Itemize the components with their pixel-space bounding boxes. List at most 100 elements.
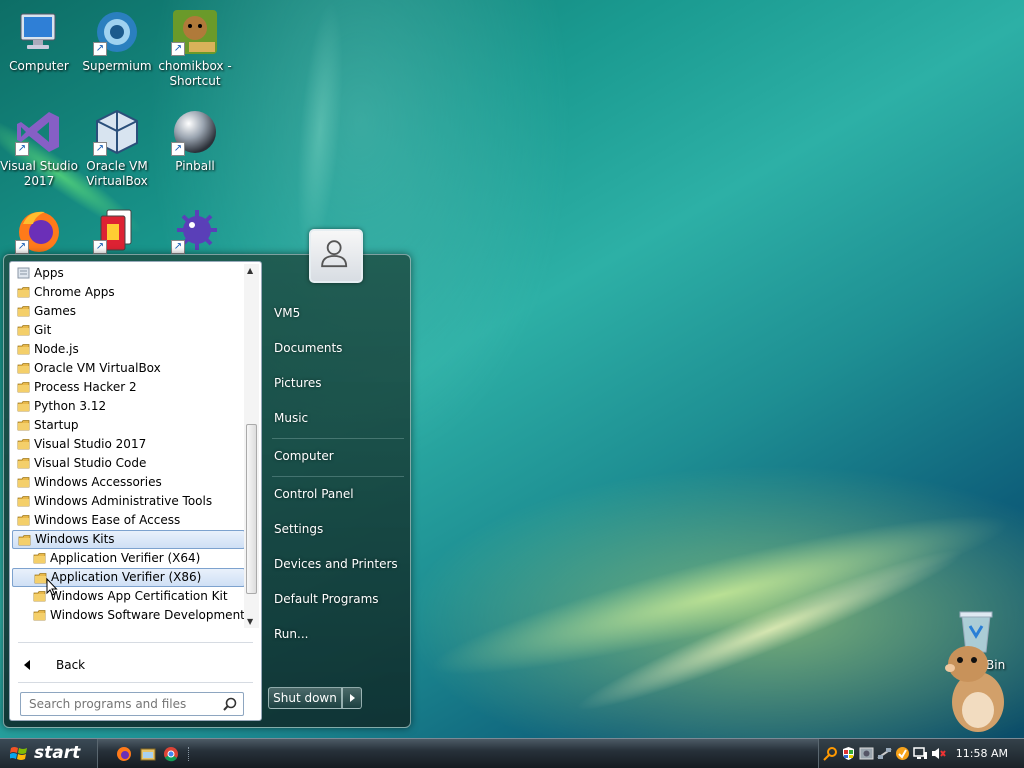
program-folder-item[interactable]: Chrome Apps (12, 283, 245, 302)
program-item-label: Node.js (34, 342, 79, 356)
chevron-right-icon (350, 694, 355, 702)
start-menu-right-pane: VM5 Documents Pictures Music Computer Co… (266, 255, 410, 729)
program-folder-item[interactable]: Startup (12, 416, 245, 435)
chrome-quicklaunch-icon[interactable] (163, 746, 179, 762)
scrollbar-thumb[interactable] (246, 424, 257, 594)
visual-studio-icon: ↗ (15, 108, 63, 156)
desktop-icon-virtualbox[interactable]: ↗ Oracle VM VirtualBox (78, 108, 156, 189)
program-folder-item[interactable]: Windows Kits (12, 530, 245, 549)
program-folder-item[interactable]: Python 3.12 (12, 397, 245, 416)
right-link-pictures[interactable]: Pictures (274, 376, 322, 390)
program-folder-item[interactable]: Apps (12, 264, 245, 283)
scroll-down-arrow-icon[interactable]: ▼ (247, 617, 253, 626)
program-folder-item[interactable]: Process Hacker 2 (12, 378, 245, 397)
right-link-devices-printers[interactable]: Devices and Printers (274, 557, 398, 571)
program-folder-item[interactable]: Windows Ease of Access (12, 511, 245, 530)
apps-icon (17, 267, 30, 279)
right-link-run[interactable]: Run... (274, 627, 308, 641)
user-picture[interactable] (309, 229, 363, 283)
program-folder-item[interactable]: Application Verifier (X64) (12, 549, 245, 568)
hamster-gadget-icon[interactable] (938, 640, 1010, 736)
program-folder-item[interactable]: Visual Studio 2017 (12, 435, 245, 454)
back-button[interactable]: Back (16, 654, 246, 676)
right-link-control-panel[interactable]: Control Panel (274, 487, 354, 501)
wallpaper-streak (288, 0, 352, 262)
folder-icon (33, 610, 46, 621)
clock[interactable]: 11:58 AM (956, 747, 1008, 760)
search-box[interactable] (20, 692, 244, 716)
desktop-icon-label: Visual Studio 2017 (0, 159, 78, 188)
volume-muted-icon[interactable] (931, 746, 946, 761)
right-link-user-folder[interactable]: VM5 (274, 306, 300, 320)
desktop-icon-firefox[interactable]: ↗ (0, 206, 78, 257)
desktop-icon-supermium[interactable]: ↗ Supermium (78, 8, 156, 74)
back-arrow-icon (24, 660, 30, 670)
divider (18, 682, 253, 683)
pinball-icon: ↗ (171, 108, 219, 156)
program-item-label: Visual Studio Code (34, 456, 147, 470)
folder-icon (17, 496, 30, 507)
folder-icon (17, 325, 30, 336)
desktop-icon-label: Oracle VM VirtualBox (86, 159, 148, 188)
program-folder-item[interactable]: Games (12, 302, 245, 321)
shortcut-arrow-icon: ↗ (171, 142, 185, 156)
scroll-up-arrow-icon[interactable]: ▲ (247, 266, 253, 275)
program-item-label: Startup (34, 418, 79, 432)
security-shield-icon[interactable] (841, 746, 856, 761)
program-folder-item[interactable]: Windows Accessories (12, 473, 245, 492)
program-folder-item[interactable]: Oracle VM VirtualBox (12, 359, 245, 378)
right-link-computer[interactable]: Computer (274, 449, 334, 463)
search-input[interactable] (21, 693, 216, 715)
update-tray-icon[interactable] (895, 746, 910, 761)
program-item-label: Windows Software Development Kit (50, 608, 245, 622)
program-folder-item[interactable]: Visual Studio Code (12, 454, 245, 473)
start-button[interactable]: start (0, 739, 98, 768)
program-item-label: Games (34, 304, 76, 318)
program-item-label: Visual Studio 2017 (34, 437, 147, 451)
explorer-quicklaunch-icon[interactable] (140, 746, 156, 762)
right-link-settings[interactable]: Settings (274, 522, 323, 536)
right-link-default-programs[interactable]: Default Programs (274, 592, 379, 606)
shortcut-arrow-icon: ↗ (15, 142, 29, 156)
desktop-icon-minesweeper[interactable]: ↗ (156, 206, 234, 257)
solitaire-icon: ↗ (93, 206, 141, 254)
firefox-quicklaunch-icon[interactable] (116, 746, 132, 762)
search-icon[interactable] (223, 697, 237, 714)
program-item-label: Windows Ease of Access (34, 513, 181, 527)
program-item-label: Git (34, 323, 52, 337)
taskbar-grip[interactable] (188, 747, 190, 761)
folder-icon (17, 382, 30, 393)
folder-icon (33, 591, 46, 602)
search-tray-icon[interactable] (823, 746, 838, 761)
wallpaper-streak (567, 532, 973, 728)
minesweeper-icon: ↗ (171, 206, 219, 254)
shutdown-options-button[interactable] (342, 687, 362, 709)
folder-icon (17, 306, 30, 317)
wallpaper-streak (420, 488, 1020, 702)
program-item-label: Windows Administrative Tools (34, 494, 213, 508)
desktop-icon-visual-studio[interactable]: ↗ Visual Studio 2017 (0, 108, 78, 189)
programs-scrollbar[interactable]: ▲ ▼ (244, 264, 259, 628)
network-disconnected-icon[interactable] (877, 746, 892, 761)
desktop-icon-computer[interactable]: Computer (0, 8, 78, 74)
desktop-icon-pinball[interactable]: ↗ Pinball (156, 108, 234, 174)
display-tray-icon[interactable] (913, 746, 928, 761)
supermium-icon: ↗ (93, 8, 141, 56)
program-folder-item[interactable]: Git (12, 321, 245, 340)
shutdown-button[interactable]: Shut down (268, 687, 342, 709)
program-item-label: Windows Kits (35, 532, 115, 546)
program-folder-item[interactable]: Windows Administrative Tools (12, 492, 245, 511)
desktop-icon-chomikbox[interactable]: ↗ chomikbox - Shortcut (156, 8, 234, 89)
right-link-music[interactable]: Music (274, 411, 308, 425)
desktop-icon-label: Supermium (82, 59, 152, 73)
program-folder-item[interactable]: Windows Software Development Kit (12, 606, 245, 625)
desktop-icon-solitaire[interactable]: ↗ (78, 206, 156, 257)
hardware-tray-icon[interactable] (859, 746, 874, 761)
start-label: start (34, 743, 81, 763)
program-folder-item[interactable]: Node.js (12, 340, 245, 359)
shortcut-arrow-icon: ↗ (93, 42, 107, 56)
program-item-label: Chrome Apps (34, 285, 115, 299)
shortcut-arrow-icon: ↗ (15, 240, 29, 254)
right-link-documents[interactable]: Documents (274, 341, 342, 355)
program-item-label: Windows Accessories (34, 475, 162, 489)
